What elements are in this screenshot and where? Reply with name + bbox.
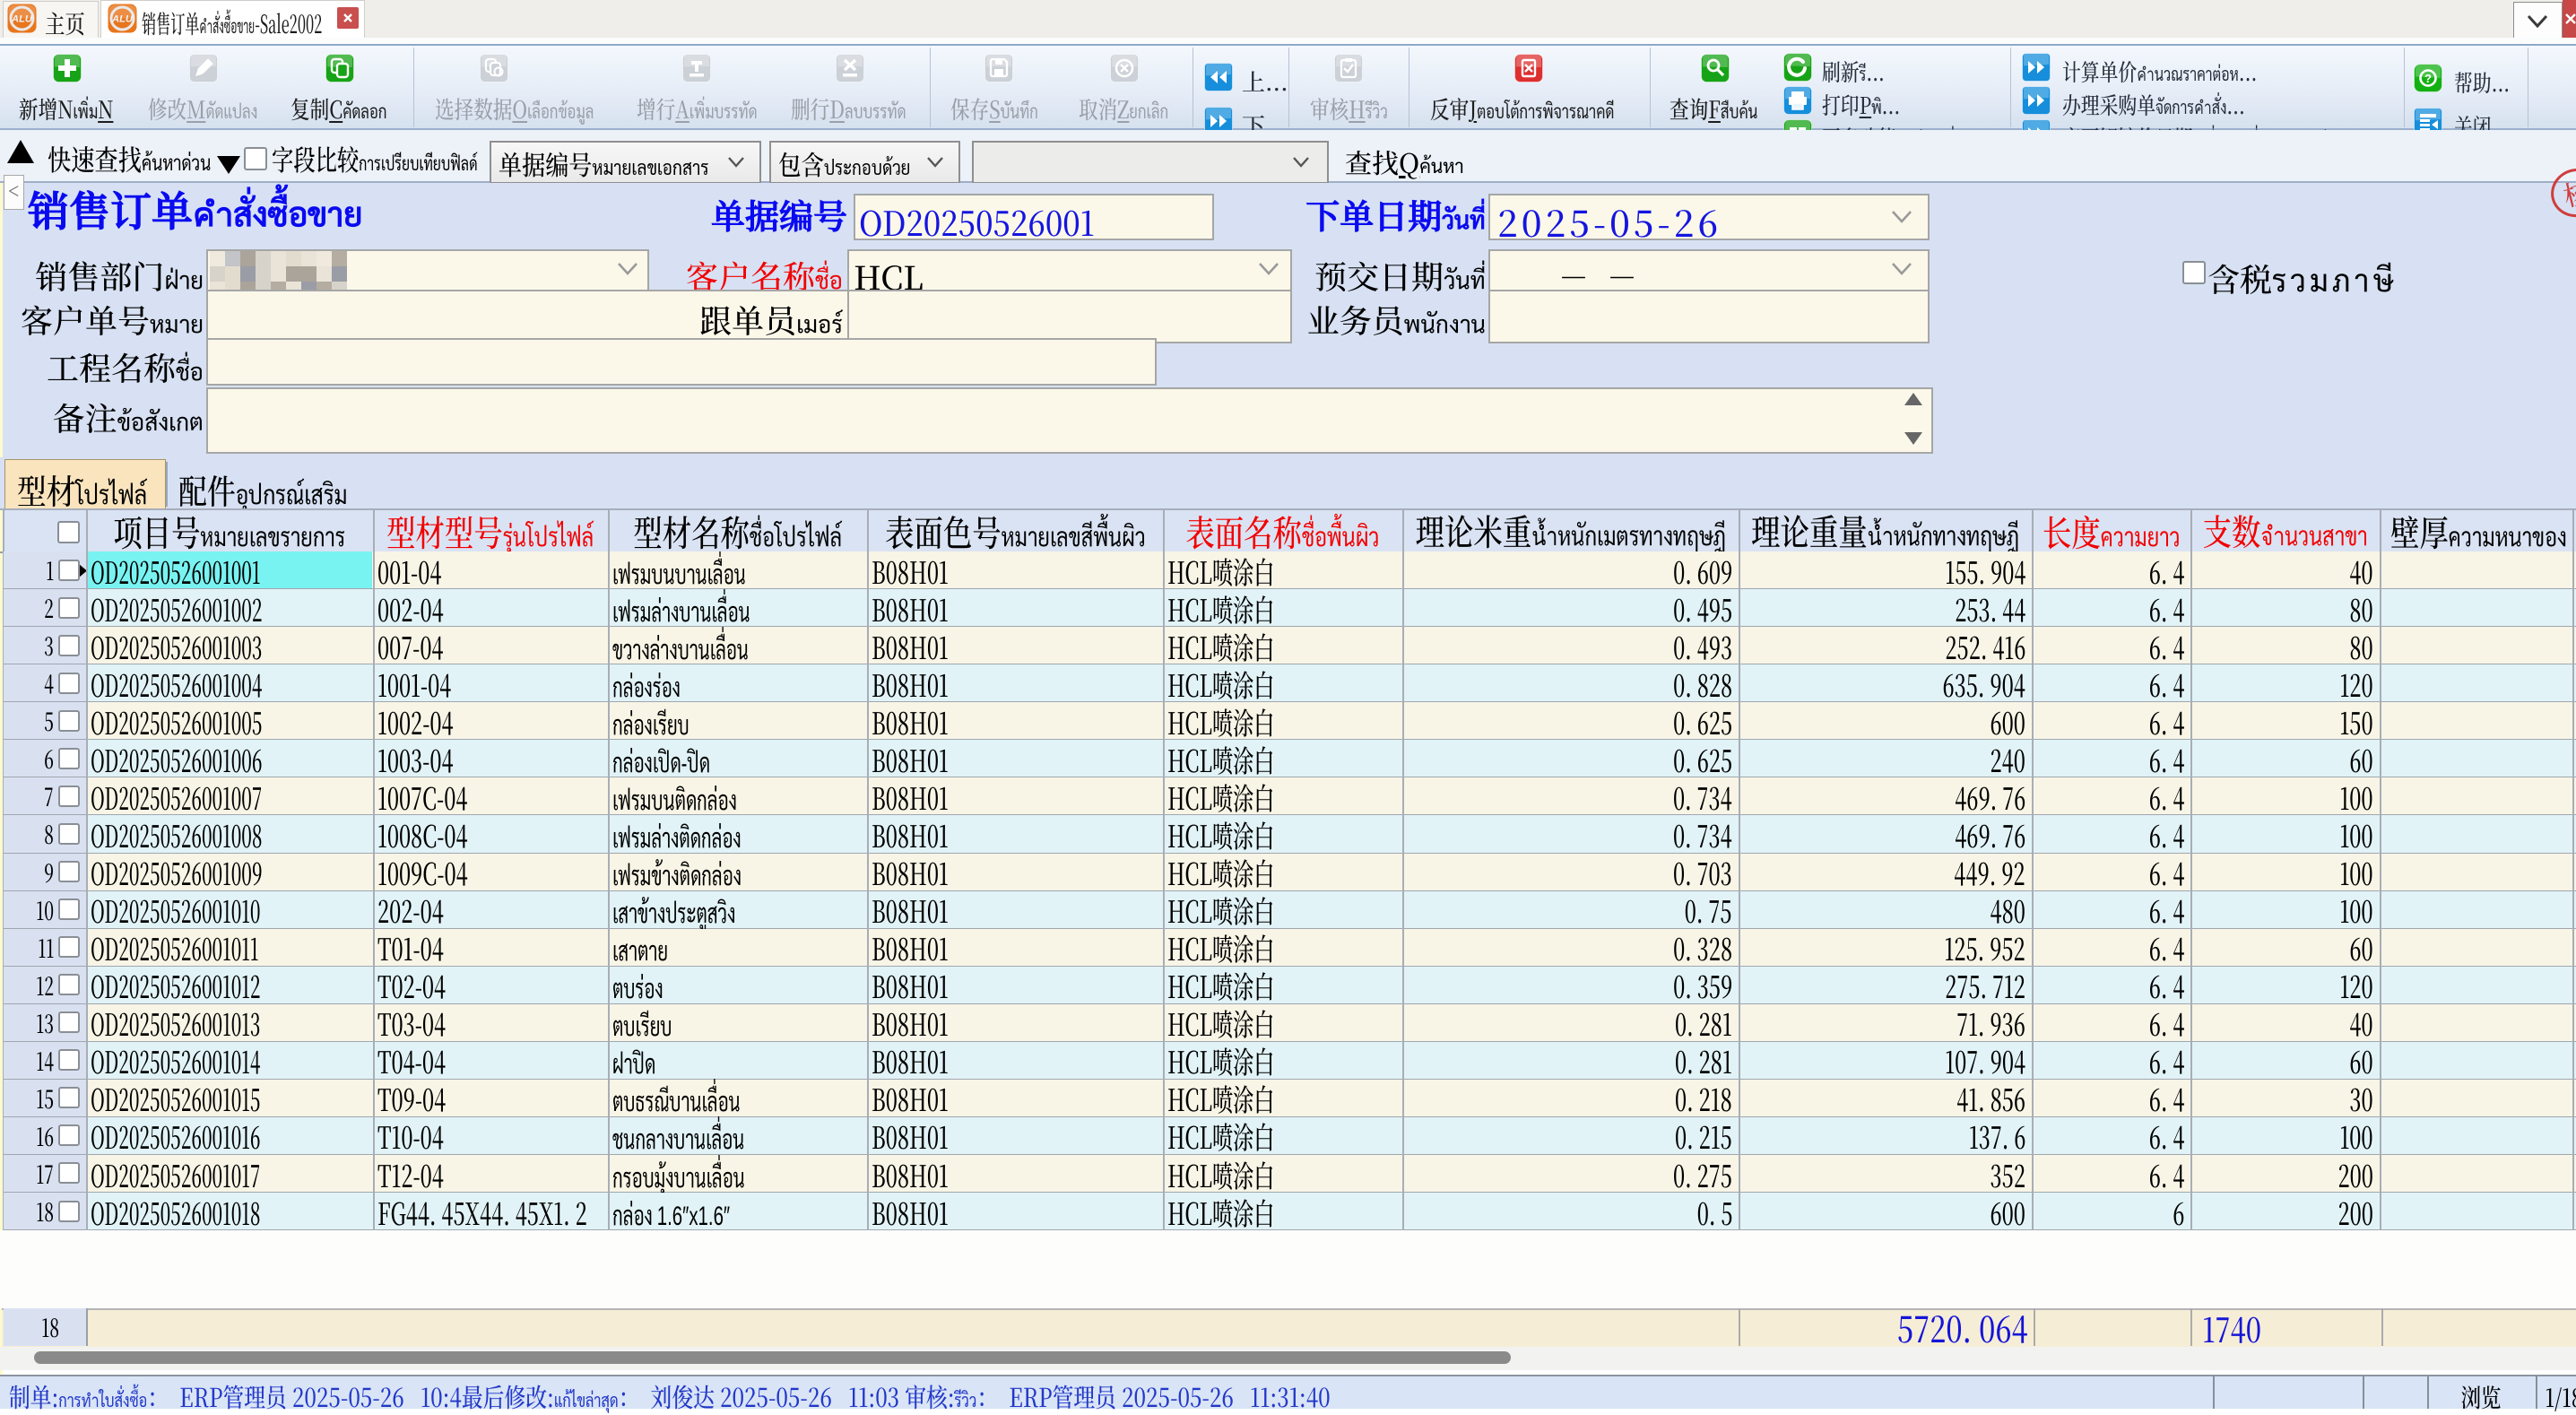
- svg-text:?: ?: [2424, 72, 2432, 85]
- svg-text:ALU: ALU: [11, 13, 33, 24]
- svg-text:ALU: ALU: [111, 13, 134, 24]
